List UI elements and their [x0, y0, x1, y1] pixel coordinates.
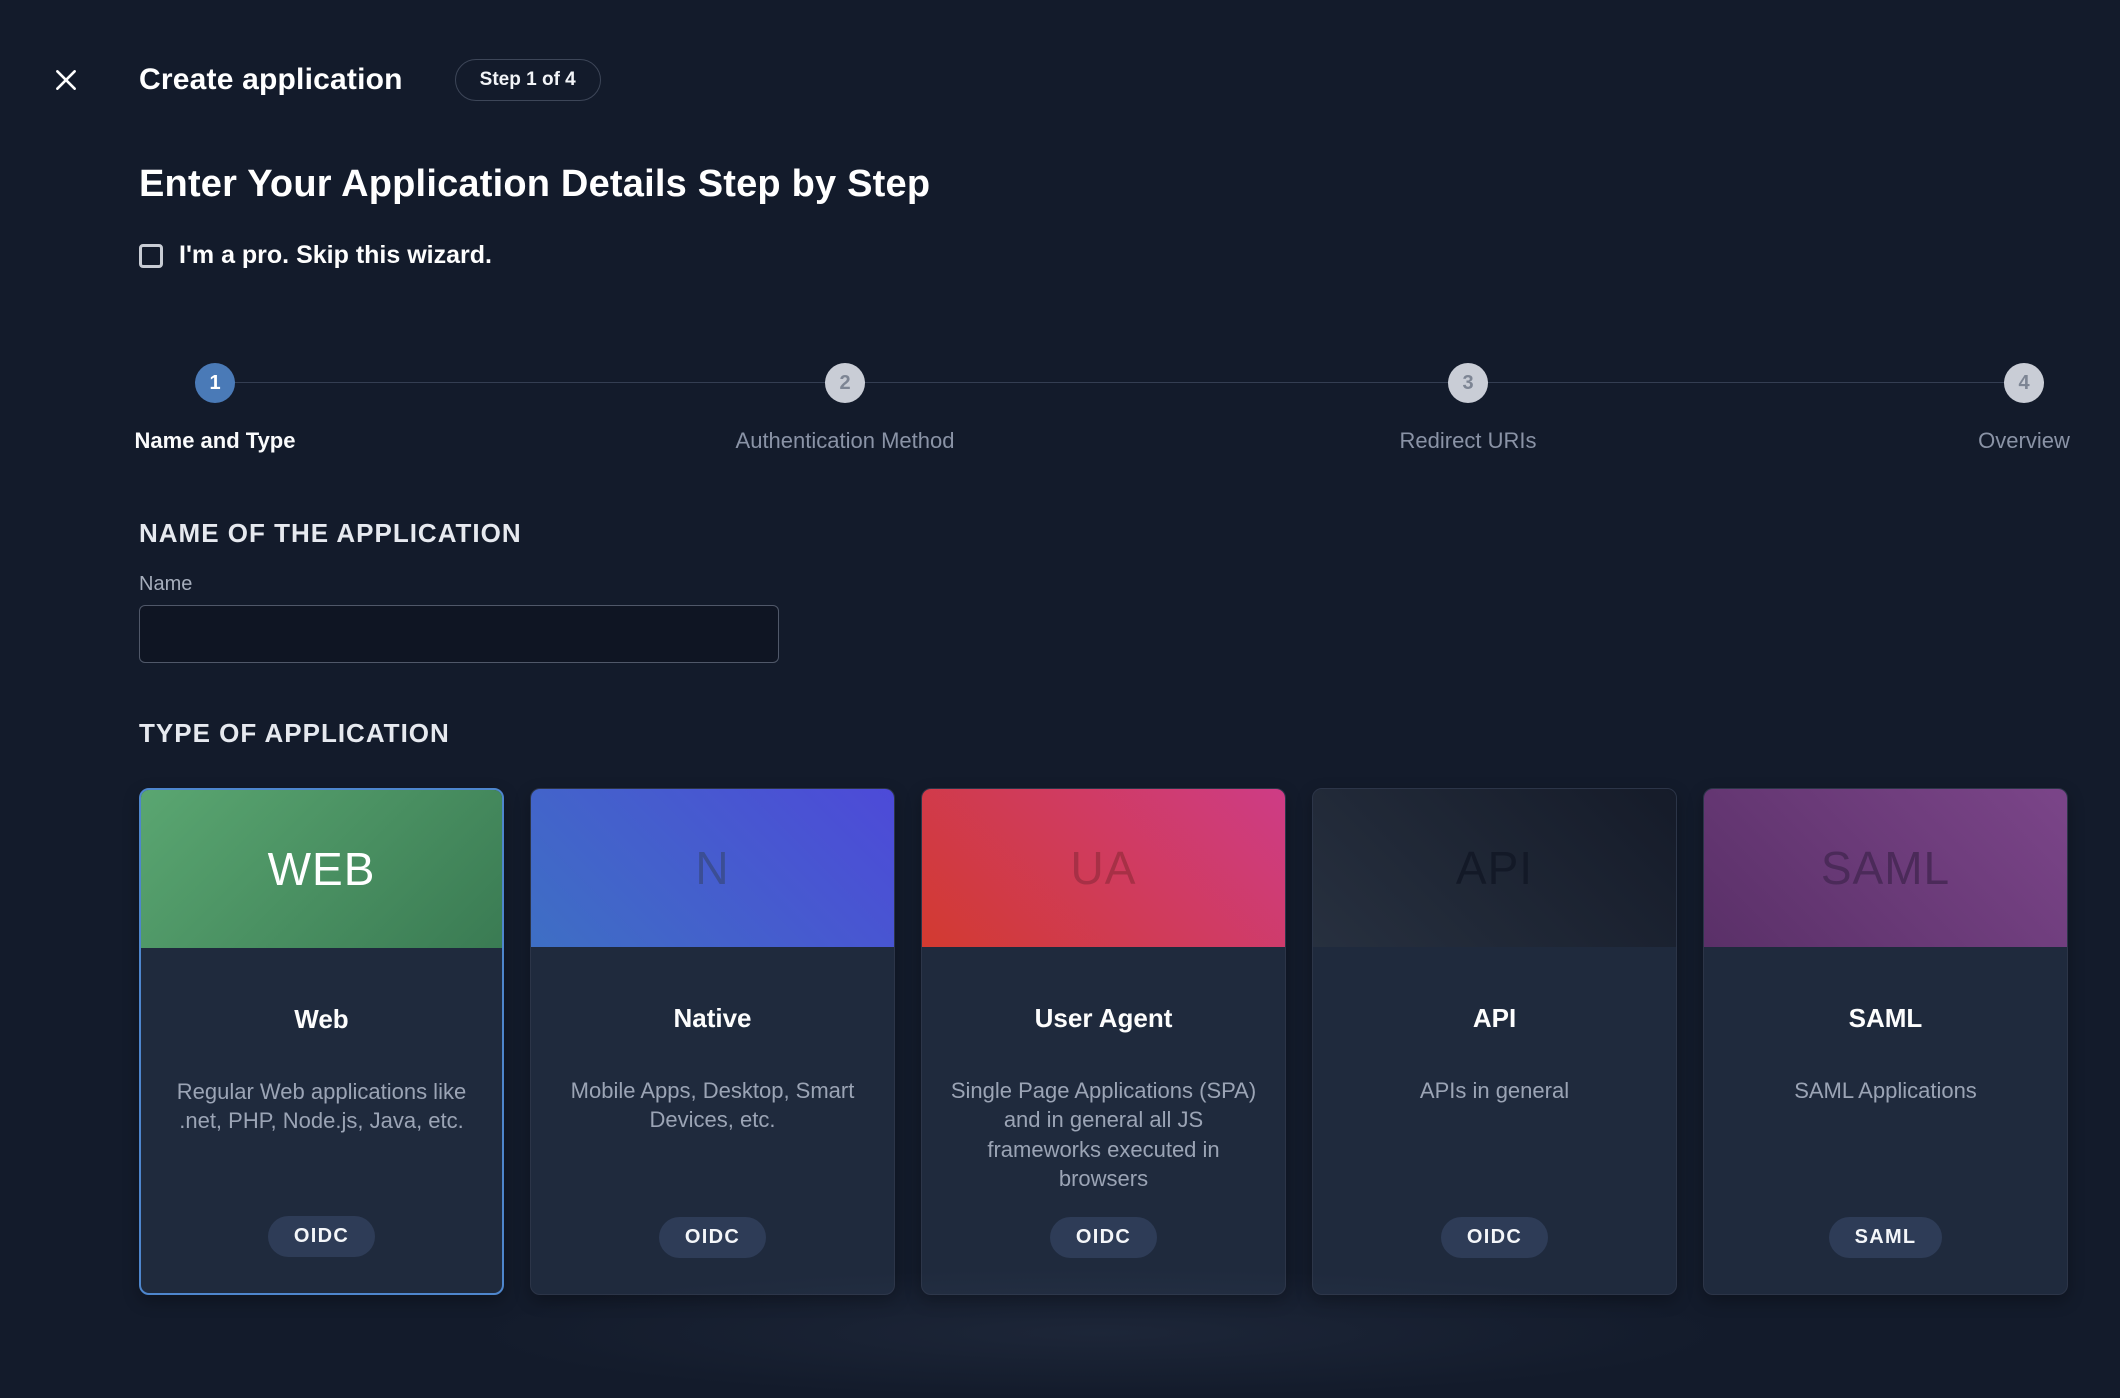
saml-card-title: SAML	[1849, 1003, 1923, 1034]
wizard-topbar: Create application Step 1 of 4	[44, 58, 2076, 102]
api-card-banner: API	[1313, 789, 1676, 947]
native-card-body: Native Mobile Apps, Desktop, Smart Devic…	[531, 947, 894, 1294]
app-type-card-user-agent[interactable]: UA User Agent Single Page Applications (…	[921, 788, 1286, 1295]
name-input[interactable]	[139, 605, 779, 663]
user-agent-card-body: User Agent Single Page Applications (SPA…	[922, 947, 1285, 1294]
type-section-title: TYPE OF APPLICATION	[139, 718, 450, 749]
web-card-title: Web	[294, 1004, 348, 1035]
web-card-banner: WEB	[141, 790, 502, 948]
step-2-circle: 2	[825, 363, 865, 403]
step-1-label: Name and Type	[135, 428, 296, 454]
saml-card-description: SAML Applications	[1766, 1076, 2005, 1105]
saml-card-body: SAML SAML Applications SAML	[1704, 947, 2067, 1294]
app-type-card-native[interactable]: N Native Mobile Apps, Desktop, Smart Dev…	[530, 788, 895, 1295]
web-protocol-badge: OIDC	[268, 1216, 375, 1257]
step-4-circle: 4	[2004, 363, 2044, 403]
page-title: Create application	[139, 63, 403, 97]
native-card-description: Mobile Apps, Desktop, Smart Devices, etc…	[531, 1076, 894, 1135]
application-type-cards: WEB Web Regular Web applications like .n…	[139, 788, 2068, 1295]
step-1-circle: 1	[195, 363, 235, 403]
app-type-card-api[interactable]: API API APIs in general OIDC	[1312, 788, 1677, 1295]
api-card-body: API APIs in general OIDC	[1313, 947, 1676, 1294]
skip-wizard-label[interactable]: I'm a pro. Skip this wizard.	[179, 241, 492, 270]
skip-wizard-option[interactable]: I'm a pro. Skip this wizard.	[139, 241, 492, 270]
app-type-card-web[interactable]: WEB Web Regular Web applications like .n…	[139, 788, 504, 1295]
user-agent-card-banner: UA	[922, 789, 1285, 947]
api-card-title: API	[1473, 1003, 1516, 1034]
user-agent-card-description: Single Page Applications (SPA) and in ge…	[922, 1076, 1285, 1193]
close-icon	[53, 67, 79, 93]
skip-wizard-checkbox[interactable]	[139, 244, 163, 268]
app-type-card-saml[interactable]: SAML SAML SAML Applications SAML	[1703, 788, 2068, 1295]
native-protocol-badge: OIDC	[659, 1217, 766, 1258]
native-card-banner: N	[531, 789, 894, 947]
web-card-body: Web Regular Web applications like .net, …	[141, 948, 502, 1293]
name-field-label: Name	[139, 573, 192, 596]
step-4-label: Overview	[1978, 428, 2070, 454]
step-3-label: Redirect URIs	[1400, 428, 1537, 454]
web-card-description: Regular Web applications like .net, PHP,…	[141, 1077, 502, 1136]
name-section-title: NAME OF THE APPLICATION	[139, 518, 522, 549]
step-indicator-badge: Step 1 of 4	[455, 59, 601, 101]
step-3-circle: 3	[1448, 363, 1488, 403]
user-agent-card-title: User Agent	[1035, 1003, 1173, 1034]
wizard-heading: Enter Your Application Details Step by S…	[139, 163, 930, 206]
close-button[interactable]	[44, 58, 88, 102]
saml-card-banner: SAML	[1704, 789, 2067, 947]
api-card-description: APIs in general	[1392, 1076, 1597, 1105]
saml-protocol-badge: SAML	[1829, 1217, 1943, 1258]
api-protocol-badge: OIDC	[1441, 1217, 1548, 1258]
user-agent-protocol-badge: OIDC	[1050, 1217, 1157, 1258]
native-card-title: Native	[673, 1003, 751, 1034]
stepper-connector-line	[215, 382, 2024, 383]
step-2-label: Authentication Method	[736, 428, 955, 454]
